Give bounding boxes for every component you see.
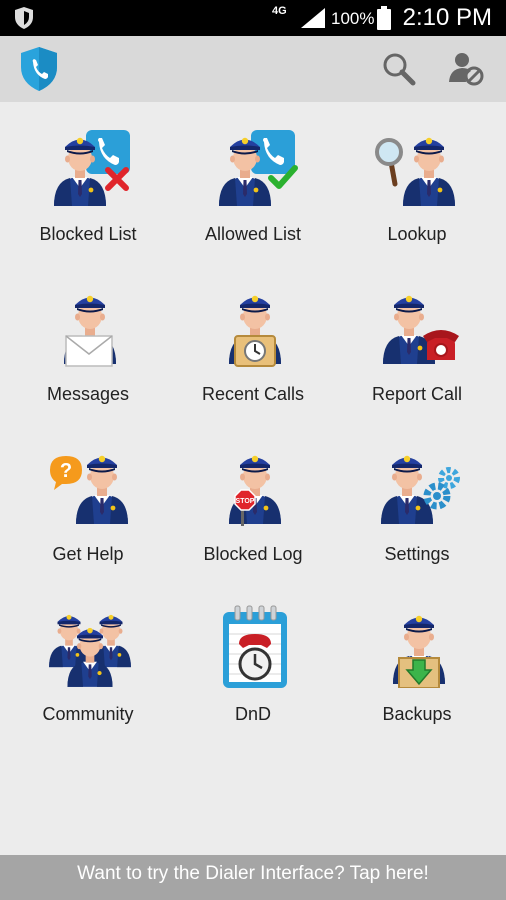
clock: 2:10 PM [402,4,492,31]
dialer-interface-banner[interactable]: Want to try the Dialer Interface? Tap he… [0,855,506,900]
menu-item-label: Lookup [387,224,447,244]
lookup-icon [375,137,455,206]
menu-item-label: Community [42,704,134,724]
shield-notification-icon [15,7,33,29]
menu-item-label: Blocked List [39,224,137,244]
blocked-log-icon: STOP [229,455,281,526]
menu-item-blocked-log[interactable]: STOP Blocked Log [171,422,335,582]
menu-item-allowed-list[interactable]: Allowed List [171,102,335,262]
menu-item-blocked-list[interactable]: Blocked List [6,102,170,262]
network-type: 4G [272,5,287,17]
menu-item-dnd[interactable]: DnD [171,582,335,742]
messages-icon [64,295,116,367]
menu-item-backups[interactable]: Backups [335,582,499,742]
menu-item-label: Report Call [371,384,463,404]
menu-item-report-call[interactable]: Report Call [335,262,499,422]
app-bar [0,36,506,102]
menu-item-lookup[interactable]: Lookup [335,102,499,262]
report-call-icon [383,295,459,364]
status-bar: 4G 100% 2:10 PM [0,0,506,36]
menu-item-settings[interactable]: Settings [335,422,499,582]
blocked-list-icon [54,130,130,206]
menu-item-label: Messages [46,384,130,404]
menu-item-label: Blocked Log [203,544,303,564]
menu-item-label: Allowed List [204,224,302,244]
menu-item-label: Backups [382,704,452,724]
battery-percent: 100% [331,9,375,28]
menu-item-recent-calls[interactable]: Recent Calls [171,262,335,422]
search-icon[interactable] [382,52,416,86]
signal-icon [301,8,325,28]
get-help-icon: ? [50,455,128,524]
user-block-icon[interactable] [448,50,484,86]
menu-item-label: DnD [234,704,271,724]
menu-item-community[interactable]: Community [6,582,170,742]
allowed-list-icon [219,130,298,206]
dnd-calendar-icon [223,605,287,688]
shield-phone-icon[interactable] [20,46,58,92]
backups-icon [393,615,445,688]
svg-text:?: ? [60,460,72,482]
menu-item-label: Recent Calls [201,384,305,404]
menu-item-messages[interactable]: Messages [6,262,170,422]
svg-text:STOP: STOP [236,498,255,505]
recent-calls-icon [229,295,281,367]
menu-item-label: Settings [384,544,450,564]
menu-item-get-help[interactable]: ? Get Help [6,422,170,582]
menu-item-label: Get Help [52,544,124,564]
battery-icon [377,6,391,30]
community-icon [49,614,131,687]
settings-icon [381,455,460,524]
